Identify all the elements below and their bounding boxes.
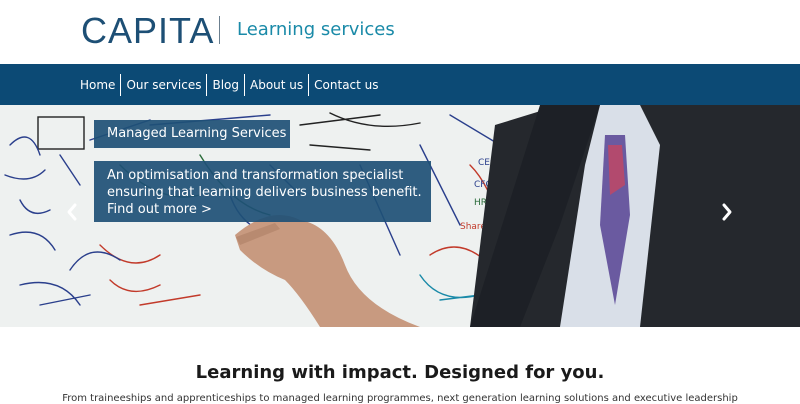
- nav-item-contact-us[interactable]: Contact us: [308, 74, 383, 96]
- capita-logo[interactable]: CAPITA: [81, 10, 214, 52]
- slider-prev-button[interactable]: [64, 200, 80, 224]
- nav-item-blog[interactable]: Blog: [206, 74, 244, 96]
- intro-text: From traineeships and apprenticeships to…: [62, 393, 738, 404]
- slider-next-button[interactable]: [719, 200, 735, 224]
- page-tagline: Learning with impact. Designed for you.: [195, 362, 605, 383]
- hero-caption-title[interactable]: Managed Learning Services: [94, 120, 290, 148]
- hero-caption-line: ensuring that learning delivers business…: [107, 185, 422, 200]
- site-header: CAPITA Learning services: [0, 0, 800, 64]
- hero-caption-line: An optimisation and transformation speci…: [107, 168, 404, 183]
- nav-item-about-us[interactable]: About us: [244, 74, 308, 96]
- nav-item-home[interactable]: Home: [75, 74, 120, 96]
- hero-caption-body[interactable]: An optimisation and transformation speci…: [94, 161, 431, 222]
- site-subtitle: Learning services: [237, 19, 395, 40]
- main-navigation: Home Our services Blog About us Contact …: [0, 64, 800, 105]
- find-out-more-link[interactable]: Find out more >: [107, 201, 431, 218]
- logo-divider: [219, 16, 220, 44]
- nav-item-our-services[interactable]: Our services: [120, 74, 206, 96]
- chevron-left-icon: [67, 203, 77, 221]
- chevron-right-icon: [722, 203, 732, 221]
